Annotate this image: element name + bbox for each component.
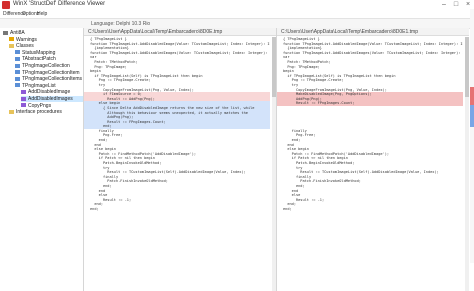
method-icon xyxy=(21,103,26,108)
tree-item[interactable]: TPngImageList xyxy=(15,83,83,89)
left-file-path: C:\Users\User\AppData\Local\Temp\Embarca… xyxy=(84,28,276,36)
tree-item-label: TAbstractPatch xyxy=(22,56,56,63)
menu-help[interactable]: Help xyxy=(37,11,47,17)
tree-item-label: TPngImageCollectionItem xyxy=(22,69,80,76)
class-icon xyxy=(15,83,20,88)
structure-tree: Anti8A Warnings Classes StatusMapping TAbstr… xyxy=(0,28,84,291)
tree-item-label: Interface procedures xyxy=(16,109,62,116)
tree-item-label: TPngImageList xyxy=(22,82,56,89)
tree-item[interactable]: Classes xyxy=(9,43,83,49)
tree-item-label: AddDisabledImage xyxy=(28,89,71,96)
tree-item-label: AddDisabledImages xyxy=(28,96,73,102)
class-icon xyxy=(15,70,20,75)
tree-item[interactable]: TAbstractPatch xyxy=(15,56,83,62)
minimize-button[interactable]: – xyxy=(438,0,450,10)
class-icon xyxy=(15,57,20,62)
menu-bar: Difference Options Help xyxy=(0,10,474,18)
diff-viewer-window: WinX 'StructDef' Difference Viewer – □ ×… xyxy=(0,0,474,291)
tree-item[interactable]: StatusMapping xyxy=(15,50,83,56)
tree-item-label: Anti8A xyxy=(10,30,25,36)
class-icon xyxy=(15,50,20,55)
method-icon xyxy=(21,90,26,95)
language-label: Language: Delphi 10.3 Rio xyxy=(91,21,151,27)
diff-overview-bar[interactable] xyxy=(470,9,474,263)
folder-icon xyxy=(9,43,14,48)
tree-item[interactable]: AddDisabledImage xyxy=(21,89,83,95)
method-icon xyxy=(21,96,26,101)
overview-change-marker[interactable] xyxy=(470,87,474,105)
class-icon xyxy=(15,63,20,68)
tree-item-label: Warnings xyxy=(16,36,37,43)
tree-item[interactable]: AddDisabledImages xyxy=(21,96,83,102)
tree-item[interactable]: Interface procedures xyxy=(9,109,83,115)
tree-item-label: StatusMapping xyxy=(22,49,56,56)
tree-item-label: CopyPngs xyxy=(28,102,52,109)
app-icon xyxy=(2,1,10,9)
tree-item[interactable]: CopyPngs xyxy=(21,103,83,109)
left-code-view[interactable]: { TPngImageList } function TPngImageList.… xyxy=(84,37,270,212)
right-scrollbar[interactable] xyxy=(465,37,469,291)
right-diff-pane: C:\Users\User\AppData\Local\Temp\Embarca… xyxy=(276,28,469,291)
tree-item[interactable]: TPngImageCollectionItem xyxy=(15,70,83,76)
code-line: end; xyxy=(283,206,292,211)
right-scrollbar-thumb[interactable] xyxy=(465,37,469,97)
tree-item-label: TPngImageCollectionItems xyxy=(22,76,83,83)
folder-icon xyxy=(9,109,14,114)
overview-change-marker[interactable] xyxy=(470,105,474,127)
tree-item[interactable]: TPngImageCollectionItems xyxy=(15,76,83,82)
tree-item-label: Classes xyxy=(16,43,34,50)
tree-item[interactable]: Warnings xyxy=(9,37,83,43)
right-file-path: C:\Users\User\AppData\Local\Temp\Embarca… xyxy=(277,28,469,36)
minus-square-icon xyxy=(3,30,8,35)
code-line: end; xyxy=(90,206,99,211)
maximize-button[interactable]: □ xyxy=(450,0,462,10)
class-icon xyxy=(15,76,20,81)
tree-item-label: TPngImageCollection xyxy=(22,63,70,69)
right-code-view[interactable]: { TPngImageList } function TPngImageList.… xyxy=(277,37,463,212)
tree-item[interactable]: TPngImageCollection xyxy=(15,63,83,69)
left-diff-pane: C:\Users\User\AppData\Local\Temp\Embarca… xyxy=(83,28,276,291)
warning-icon xyxy=(9,37,14,42)
window-title: WinX 'StructDef' Difference Viewer xyxy=(13,1,106,7)
tree-item[interactable]: Anti8A xyxy=(3,30,83,36)
